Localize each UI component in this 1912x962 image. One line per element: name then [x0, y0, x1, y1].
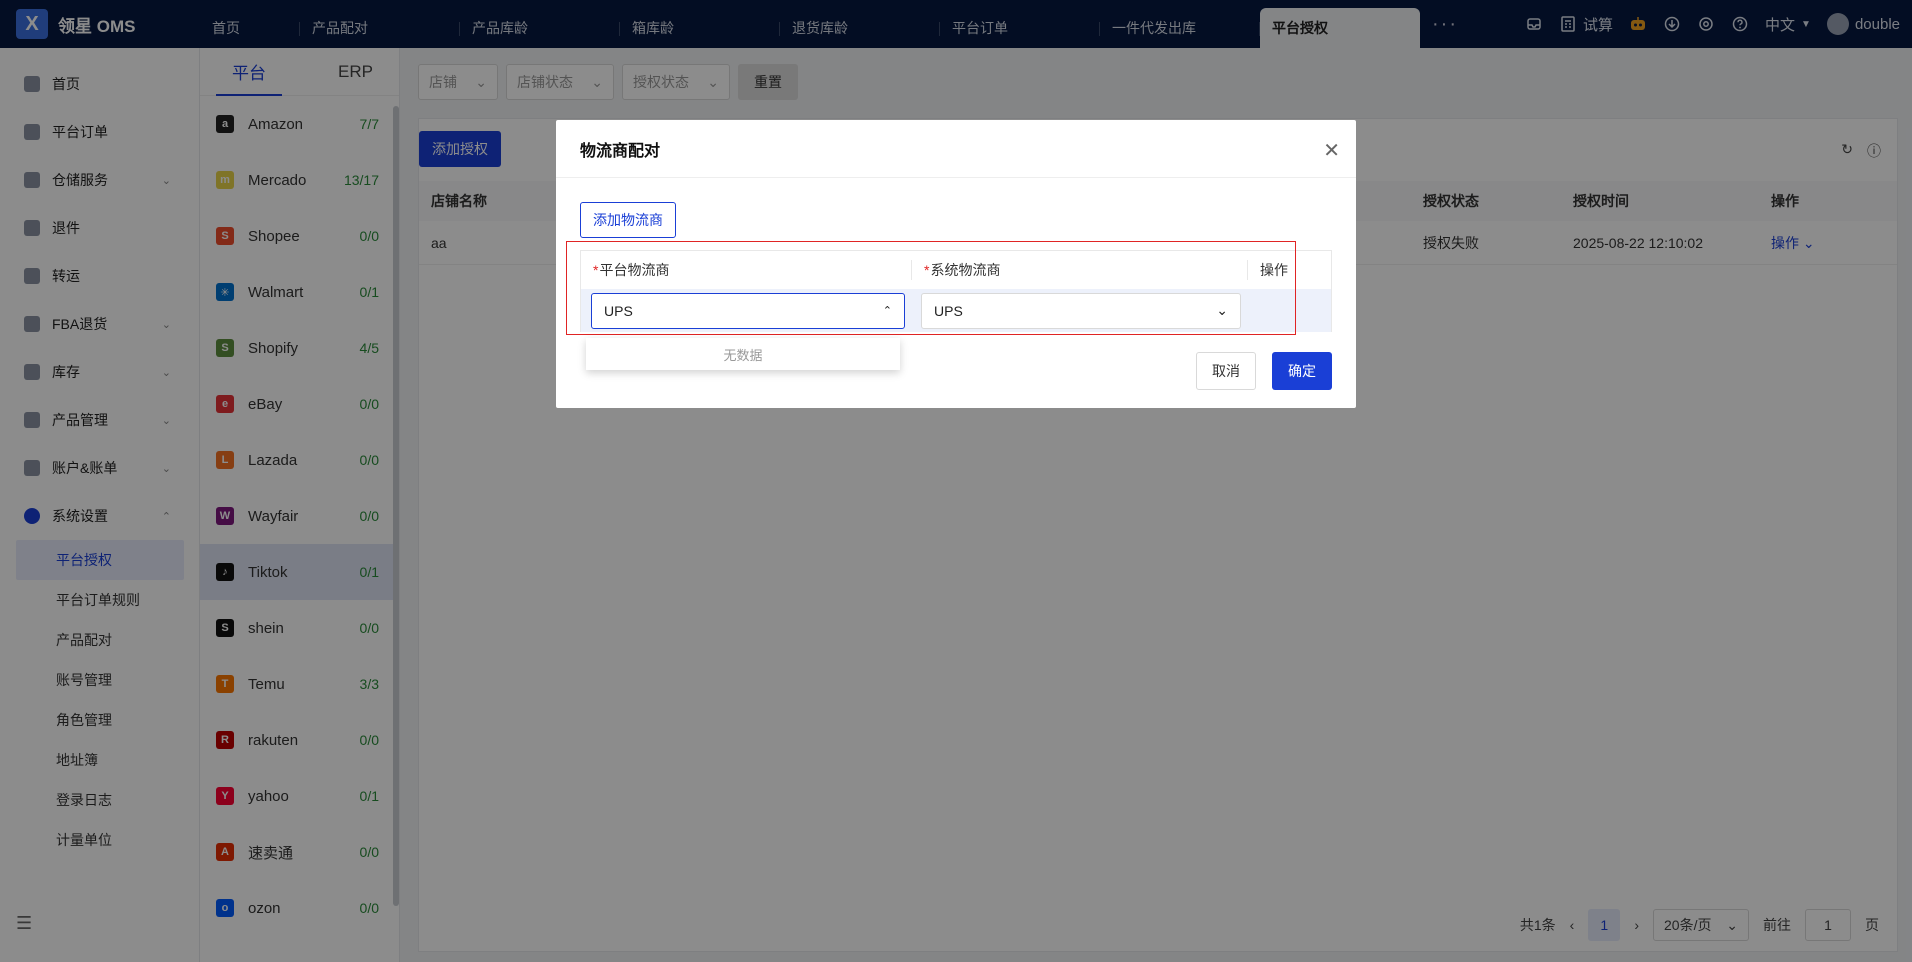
platform-carrier-dropdown: 无数据 — [586, 338, 900, 370]
highlight-box — [566, 241, 1296, 335]
carrier-pairing-dialog: 物流商配对 ✕ 添加物流商 *平台物流商 *系统物流商 操作 UPS ⌃ UPS ⌄… — [556, 120, 1356, 408]
dialog-header: 物流商配对 ✕ — [556, 120, 1356, 178]
close-icon[interactable]: ✕ — [1323, 138, 1340, 163]
cancel-button[interactable]: 取消 — [1196, 352, 1256, 390]
confirm-button[interactable]: 确定 — [1272, 352, 1332, 390]
add-carrier-button[interactable]: 添加物流商 — [580, 202, 676, 238]
dialog-title: 物流商配对 — [580, 142, 661, 160]
